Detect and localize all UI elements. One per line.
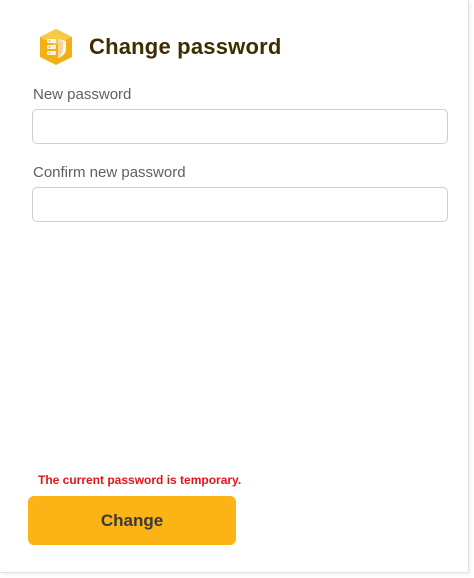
panel-header: Change password bbox=[36, 27, 281, 67]
server-shield-icon bbox=[40, 29, 72, 65]
new-password-input[interactable] bbox=[32, 109, 448, 144]
new-password-label: New password bbox=[33, 86, 132, 103]
confirm-password-label: Confirm new password bbox=[33, 164, 186, 181]
page-title: Change password bbox=[89, 34, 282, 59]
temporary-password-warning: The current password is temporary. bbox=[38, 473, 242, 487]
change-button[interactable]: Change bbox=[28, 496, 236, 545]
confirm-password-input[interactable] bbox=[32, 187, 448, 222]
change-password-panel: Change password New password Confirm new… bbox=[0, 0, 469, 573]
